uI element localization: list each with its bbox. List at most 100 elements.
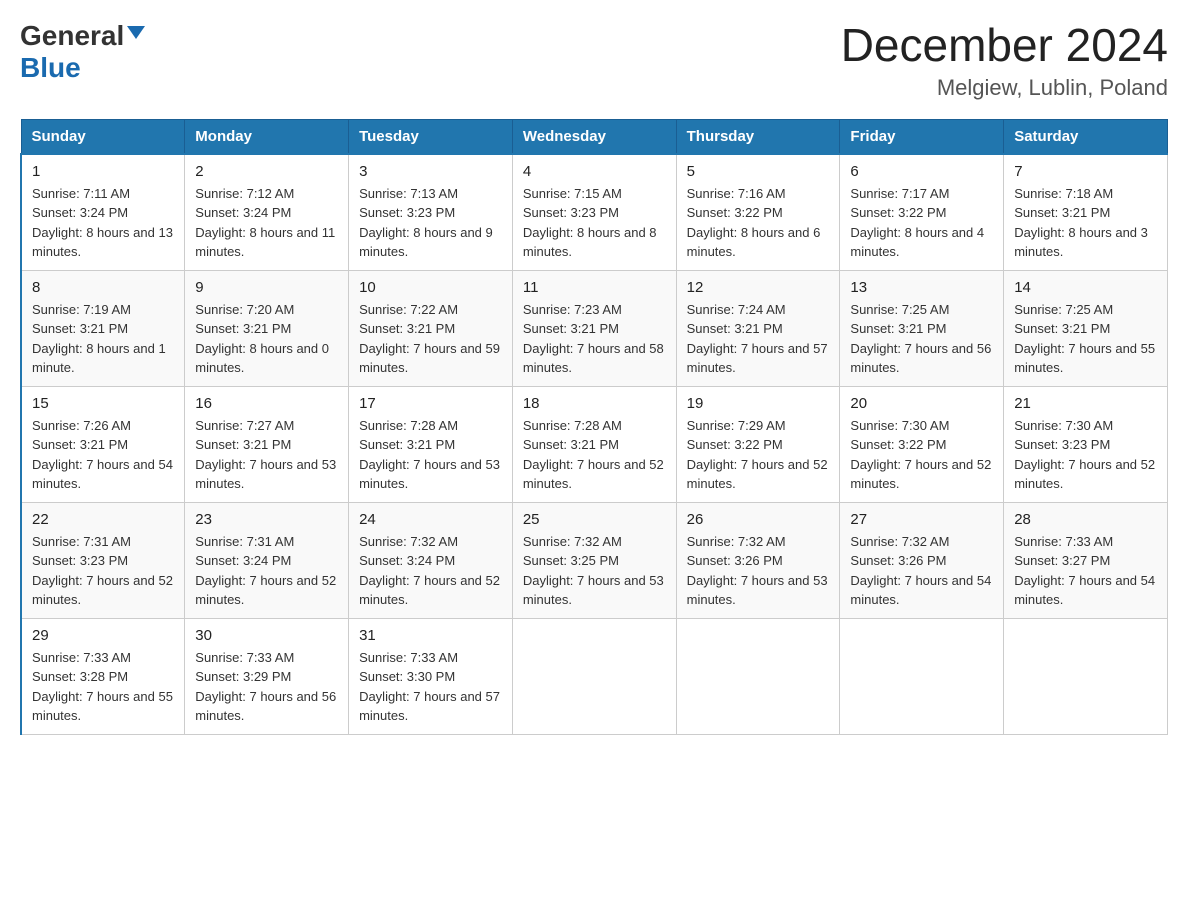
calendar-cell: 6 Sunrise: 7:17 AMSunset: 3:22 PMDayligh… bbox=[840, 154, 1004, 271]
day-number: 14 bbox=[1014, 279, 1157, 296]
day-info: Sunrise: 7:32 AMSunset: 3:25 PMDaylight:… bbox=[523, 532, 666, 610]
day-number: 22 bbox=[32, 511, 174, 528]
logo: General Blue bbox=[20, 20, 145, 84]
column-header-tuesday: Tuesday bbox=[349, 119, 513, 154]
calendar-cell: 11 Sunrise: 7:23 AMSunset: 3:21 PMDaylig… bbox=[512, 270, 676, 386]
day-number: 26 bbox=[687, 511, 830, 528]
day-number: 2 bbox=[195, 163, 338, 180]
day-info: Sunrise: 7:20 AMSunset: 3:21 PMDaylight:… bbox=[195, 300, 338, 378]
day-info: Sunrise: 7:33 AMSunset: 3:28 PMDaylight:… bbox=[32, 648, 174, 726]
calendar-cell: 25 Sunrise: 7:32 AMSunset: 3:25 PMDaylig… bbox=[512, 502, 676, 618]
column-header-thursday: Thursday bbox=[676, 119, 840, 154]
calendar-cell: 30 Sunrise: 7:33 AMSunset: 3:29 PMDaylig… bbox=[185, 618, 349, 734]
day-info: Sunrise: 7:33 AMSunset: 3:29 PMDaylight:… bbox=[195, 648, 338, 726]
calendar-cell: 20 Sunrise: 7:30 AMSunset: 3:22 PMDaylig… bbox=[840, 386, 1004, 502]
calendar-cell: 21 Sunrise: 7:30 AMSunset: 3:23 PMDaylig… bbox=[1004, 386, 1168, 502]
day-number: 3 bbox=[359, 163, 502, 180]
day-number: 7 bbox=[1014, 163, 1157, 180]
calendar-cell: 16 Sunrise: 7:27 AMSunset: 3:21 PMDaylig… bbox=[185, 386, 349, 502]
day-number: 17 bbox=[359, 395, 502, 412]
day-info: Sunrise: 7:24 AMSunset: 3:21 PMDaylight:… bbox=[687, 300, 830, 378]
day-number: 20 bbox=[850, 395, 993, 412]
day-number: 9 bbox=[195, 279, 338, 296]
day-number: 18 bbox=[523, 395, 666, 412]
day-number: 15 bbox=[32, 395, 174, 412]
day-number: 6 bbox=[850, 163, 993, 180]
calendar-cell: 13 Sunrise: 7:25 AMSunset: 3:21 PMDaylig… bbox=[840, 270, 1004, 386]
calendar-cell: 19 Sunrise: 7:29 AMSunset: 3:22 PMDaylig… bbox=[676, 386, 840, 502]
calendar-header-row: SundayMondayTuesdayWednesdayThursdayFrid… bbox=[21, 119, 1168, 154]
calendar-cell: 9 Sunrise: 7:20 AMSunset: 3:21 PMDayligh… bbox=[185, 270, 349, 386]
day-info: Sunrise: 7:17 AMSunset: 3:22 PMDaylight:… bbox=[850, 184, 993, 262]
day-number: 19 bbox=[687, 395, 830, 412]
column-header-sunday: Sunday bbox=[21, 119, 185, 154]
day-info: Sunrise: 7:32 AMSunset: 3:24 PMDaylight:… bbox=[359, 532, 502, 610]
day-info: Sunrise: 7:11 AMSunset: 3:24 PMDaylight:… bbox=[32, 184, 174, 262]
day-number: 31 bbox=[359, 627, 502, 644]
day-number: 27 bbox=[850, 511, 993, 528]
calendar-cell: 28 Sunrise: 7:33 AMSunset: 3:27 PMDaylig… bbox=[1004, 502, 1168, 618]
calendar-title: December 2024 bbox=[841, 20, 1168, 71]
day-info: Sunrise: 7:28 AMSunset: 3:21 PMDaylight:… bbox=[359, 416, 502, 494]
calendar-cell: 4 Sunrise: 7:15 AMSunset: 3:23 PMDayligh… bbox=[512, 154, 676, 271]
day-info: Sunrise: 7:12 AMSunset: 3:24 PMDaylight:… bbox=[195, 184, 338, 262]
calendar-cell: 29 Sunrise: 7:33 AMSunset: 3:28 PMDaylig… bbox=[21, 618, 185, 734]
day-number: 12 bbox=[687, 279, 830, 296]
calendar-cell: 14 Sunrise: 7:25 AMSunset: 3:21 PMDaylig… bbox=[1004, 270, 1168, 386]
calendar-cell: 7 Sunrise: 7:18 AMSunset: 3:21 PMDayligh… bbox=[1004, 154, 1168, 271]
day-info: Sunrise: 7:15 AMSunset: 3:23 PMDaylight:… bbox=[523, 184, 666, 262]
day-info: Sunrise: 7:25 AMSunset: 3:21 PMDaylight:… bbox=[850, 300, 993, 378]
day-info: Sunrise: 7:27 AMSunset: 3:21 PMDaylight:… bbox=[195, 416, 338, 494]
column-header-monday: Monday bbox=[185, 119, 349, 154]
calendar-cell bbox=[1004, 618, 1168, 734]
logo-arrow-icon bbox=[127, 26, 145, 39]
day-info: Sunrise: 7:29 AMSunset: 3:22 PMDaylight:… bbox=[687, 416, 830, 494]
calendar-cell: 23 Sunrise: 7:31 AMSunset: 3:24 PMDaylig… bbox=[185, 502, 349, 618]
day-number: 10 bbox=[359, 279, 502, 296]
day-info: Sunrise: 7:33 AMSunset: 3:27 PMDaylight:… bbox=[1014, 532, 1157, 610]
column-header-saturday: Saturday bbox=[1004, 119, 1168, 154]
week-row-1: 1 Sunrise: 7:11 AMSunset: 3:24 PMDayligh… bbox=[21, 154, 1168, 271]
calendar-cell: 24 Sunrise: 7:32 AMSunset: 3:24 PMDaylig… bbox=[349, 502, 513, 618]
day-info: Sunrise: 7:32 AMSunset: 3:26 PMDaylight:… bbox=[850, 532, 993, 610]
week-row-4: 22 Sunrise: 7:31 AMSunset: 3:23 PMDaylig… bbox=[21, 502, 1168, 618]
calendar-cell: 8 Sunrise: 7:19 AMSunset: 3:21 PMDayligh… bbox=[21, 270, 185, 386]
day-info: Sunrise: 7:33 AMSunset: 3:30 PMDaylight:… bbox=[359, 648, 502, 726]
day-number: 8 bbox=[32, 279, 174, 296]
calendar-cell: 2 Sunrise: 7:12 AMSunset: 3:24 PMDayligh… bbox=[185, 154, 349, 271]
logo-blue-text: Blue bbox=[20, 52, 81, 83]
calendar-cell: 27 Sunrise: 7:32 AMSunset: 3:26 PMDaylig… bbox=[840, 502, 1004, 618]
column-header-friday: Friday bbox=[840, 119, 1004, 154]
day-number: 13 bbox=[850, 279, 993, 296]
logo-general-text: General bbox=[20, 20, 124, 52]
week-row-5: 29 Sunrise: 7:33 AMSunset: 3:28 PMDaylig… bbox=[21, 618, 1168, 734]
day-info: Sunrise: 7:16 AMSunset: 3:22 PMDaylight:… bbox=[687, 184, 830, 262]
day-number: 4 bbox=[523, 163, 666, 180]
day-number: 23 bbox=[195, 511, 338, 528]
day-info: Sunrise: 7:19 AMSunset: 3:21 PMDaylight:… bbox=[32, 300, 174, 378]
calendar-subtitle: Melgiew, Lublin, Poland bbox=[841, 75, 1168, 101]
page-header: General Blue December 2024 Melgiew, Lubl… bbox=[20, 20, 1168, 101]
day-info: Sunrise: 7:30 AMSunset: 3:23 PMDaylight:… bbox=[1014, 416, 1157, 494]
day-info: Sunrise: 7:26 AMSunset: 3:21 PMDaylight:… bbox=[32, 416, 174, 494]
week-row-3: 15 Sunrise: 7:26 AMSunset: 3:21 PMDaylig… bbox=[21, 386, 1168, 502]
day-number: 1 bbox=[32, 163, 174, 180]
calendar-cell: 18 Sunrise: 7:28 AMSunset: 3:21 PMDaylig… bbox=[512, 386, 676, 502]
day-number: 11 bbox=[523, 279, 666, 296]
day-info: Sunrise: 7:30 AMSunset: 3:22 PMDaylight:… bbox=[850, 416, 993, 494]
calendar-cell bbox=[676, 618, 840, 734]
day-number: 21 bbox=[1014, 395, 1157, 412]
day-number: 24 bbox=[359, 511, 502, 528]
calendar-cell bbox=[512, 618, 676, 734]
calendar-cell: 3 Sunrise: 7:13 AMSunset: 3:23 PMDayligh… bbox=[349, 154, 513, 271]
calendar-cell: 12 Sunrise: 7:24 AMSunset: 3:21 PMDaylig… bbox=[676, 270, 840, 386]
calendar-cell: 26 Sunrise: 7:32 AMSunset: 3:26 PMDaylig… bbox=[676, 502, 840, 618]
day-info: Sunrise: 7:31 AMSunset: 3:23 PMDaylight:… bbox=[32, 532, 174, 610]
calendar-cell bbox=[840, 618, 1004, 734]
calendar-cell: 1 Sunrise: 7:11 AMSunset: 3:24 PMDayligh… bbox=[21, 154, 185, 271]
day-info: Sunrise: 7:18 AMSunset: 3:21 PMDaylight:… bbox=[1014, 184, 1157, 262]
day-number: 30 bbox=[195, 627, 338, 644]
calendar-cell: 22 Sunrise: 7:31 AMSunset: 3:23 PMDaylig… bbox=[21, 502, 185, 618]
day-info: Sunrise: 7:32 AMSunset: 3:26 PMDaylight:… bbox=[687, 532, 830, 610]
day-info: Sunrise: 7:25 AMSunset: 3:21 PMDaylight:… bbox=[1014, 300, 1157, 378]
